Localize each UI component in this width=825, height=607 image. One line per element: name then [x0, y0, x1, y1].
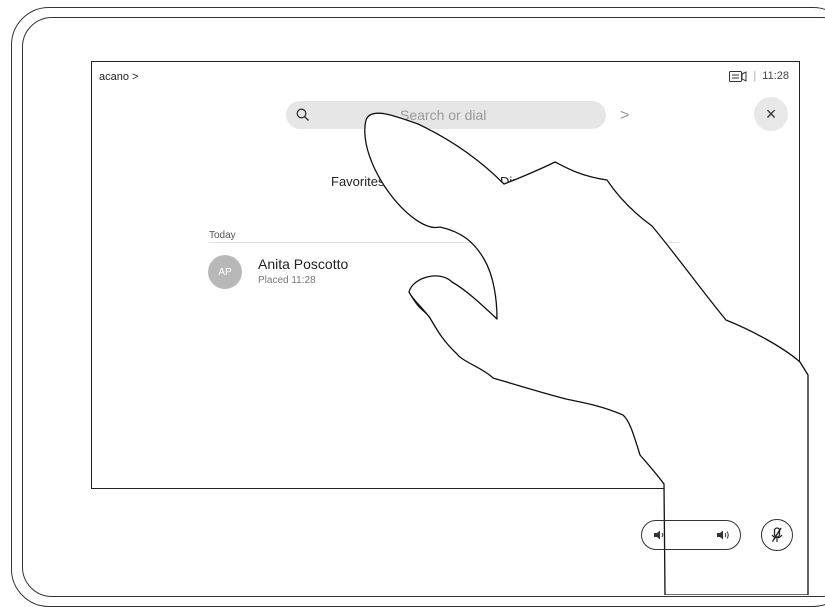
- touch-screen: acano > | 11:28 Search or dial > × Favor…: [91, 61, 800, 489]
- volume-control[interactable]: [641, 520, 741, 550]
- divider: [209, 242, 679, 243]
- section-heading-today: Today: [209, 230, 236, 241]
- mute-button[interactable]: [761, 519, 793, 551]
- self-view-icon[interactable]: [729, 70, 747, 82]
- volume-up-icon[interactable]: [716, 528, 730, 542]
- contact-name: Anita Poscotto: [258, 256, 349, 272]
- status-bar: | 11:28: [729, 70, 789, 82]
- avatar: AP: [208, 255, 242, 289]
- volume-down-icon[interactable]: [652, 528, 666, 542]
- search-icon: [296, 108, 309, 121]
- status-separator: |: [753, 70, 757, 82]
- close-icon: ×: [765, 103, 777, 124]
- tab-favorites[interactable]: Favorites: [331, 174, 384, 189]
- search-placeholder: Search or dial: [400, 107, 487, 123]
- search-input[interactable]: Search or dial: [286, 101, 606, 129]
- breadcrumb[interactable]: acano >: [99, 71, 138, 83]
- chevron-right-icon[interactable]: >: [620, 107, 629, 125]
- tab-recents-selected-indicator[interactable]: [405, 195, 465, 197]
- tab-directory[interactable]: Dire: [500, 174, 524, 189]
- microphone-muted-icon: [771, 527, 783, 542]
- close-button[interactable]: ×: [754, 97, 788, 131]
- call-status: Placed 11:28: [258, 275, 316, 286]
- clock: 11:28: [762, 70, 789, 82]
